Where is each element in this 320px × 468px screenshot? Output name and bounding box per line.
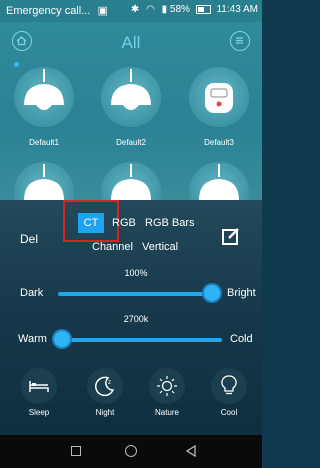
bluetooth-icon: ✱ (130, 4, 140, 15)
mode-sleep-button[interactable] (21, 368, 57, 404)
menu-icon (236, 37, 243, 44)
battery-icon (195, 4, 211, 14)
sim-icon: ▮ (161, 4, 168, 15)
image-notification-icon: ▣ (97, 5, 108, 17)
brightness-slider-track[interactable] (58, 292, 212, 296)
color-temp-value: 2700k (123, 314, 149, 324)
light-tile-default3[interactable] (189, 67, 249, 127)
status-bar: Emergency call... ▣ ✱ ◠ ▮ 58% 11:43 AM (0, 0, 262, 22)
bed-icon (29, 381, 49, 392)
mode-label: Cool (220, 408, 238, 417)
color-temp-left-label: Warm (18, 333, 47, 345)
tab-rgb[interactable]: RGB (112, 217, 136, 229)
mode-night-button[interactable]: z (87, 368, 123, 404)
mode-label: Sleep (28, 408, 50, 417)
brightness-left-label: Dark (20, 287, 44, 299)
light-tile-default1[interactable] (14, 67, 74, 127)
mode-label: Night (95, 408, 115, 417)
color-temp-slider-track[interactable] (62, 338, 222, 342)
wifi-icon: ◠ (146, 4, 155, 15)
brightness-right-label: Bright (227, 287, 256, 299)
tab-rgb-bars[interactable]: RGB Bars (145, 217, 195, 229)
brightness-value: 100% (124, 268, 148, 278)
moon-icon: z (95, 376, 115, 397)
clock: 11:43 AM (216, 4, 258, 15)
mode-cool-button[interactable] (211, 368, 247, 404)
tab-channel[interactable]: Channel (92, 241, 133, 253)
ceiling-lamp-icon (24, 69, 64, 110)
light-tile-default2[interactable] (101, 67, 161, 127)
back-icon[interactable] (184, 444, 198, 458)
selection-highlight-box (63, 200, 119, 242)
title-bar: All (0, 22, 262, 62)
notification-text: Emergency call... (6, 5, 91, 17)
delete-button[interactable]: Del (20, 232, 38, 246)
edit-icon (222, 228, 239, 245)
remote-control-icon (205, 83, 233, 113)
page-title: All (121, 33, 141, 52)
mode-nature-button[interactable] (149, 368, 185, 404)
battery-percent: 58% (169, 4, 190, 15)
light-label: Default3 (204, 138, 234, 147)
bulb-icon (221, 375, 237, 395)
light-label: Default2 (116, 138, 146, 147)
brightness-slider-knob[interactable] (204, 285, 220, 301)
recent-apps-button[interactable] (71, 446, 81, 456)
sun-icon (157, 376, 177, 396)
color-temp-slider-knob[interactable] (54, 331, 70, 347)
color-temp-right-label: Cold (230, 333, 253, 345)
control-panel: Del CT RGB RGB Bars Channel Vertical 100… (0, 200, 262, 435)
home-nav-button[interactable] (125, 445, 137, 457)
tab-vertical[interactable]: Vertical (142, 241, 178, 253)
mode-label: Nature (154, 408, 179, 417)
light-label: Default1 (29, 138, 59, 147)
light-list-area: All Default1 Default2 Default3 (0, 22, 262, 222)
svg-text:z: z (108, 380, 111, 386)
ceiling-lamp-icon (111, 69, 151, 110)
edit-button[interactable] (221, 226, 241, 251)
system-nav-bar (0, 435, 262, 468)
menu-button[interactable] (230, 31, 250, 51)
